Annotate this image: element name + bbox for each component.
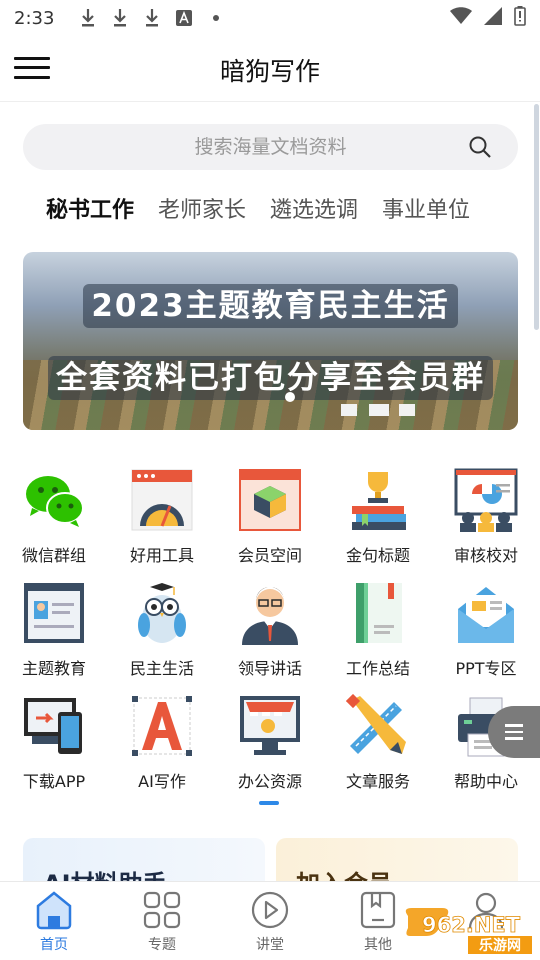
banner-headline: 2023主题教育民主生活	[23, 280, 518, 328]
dot-icon	[206, 8, 226, 28]
grid-item-label: 会员空间	[237, 546, 302, 565]
menu-line	[505, 730, 523, 734]
banner-house	[369, 404, 389, 416]
banner-subheadline: 全套资料已打包分享至会员群	[23, 352, 518, 400]
grid-item-office-resources[interactable]: 办公资源	[216, 690, 324, 803]
site-watermark: 962.NET 乐游网	[402, 906, 534, 956]
menu-line	[505, 737, 523, 740]
id-card-icon	[22, 581, 86, 645]
nav-label: 专题	[148, 937, 176, 953]
grid-item-theme-education[interactable]: 主题教育	[0, 577, 108, 690]
nav-label: 首页	[40, 937, 68, 953]
floating-menu-button[interactable]	[488, 706, 540, 758]
grid-item-label: 审核校对	[453, 546, 518, 565]
nav-item-home[interactable]: 首页	[0, 882, 108, 960]
tab-public-institution[interactable]: 事业单位	[382, 192, 470, 224]
grid-page-indicator	[259, 801, 279, 805]
grid-item-label: 主题教育	[21, 659, 86, 678]
grid-item-ppt-zone[interactable]: PPT专区	[432, 577, 540, 690]
status-time: 2:33	[14, 7, 55, 29]
menu-line	[505, 724, 523, 727]
category-tabs: 秘书工作 老师家长 遴选选调 事业单位	[46, 192, 470, 224]
promo-banner[interactable]: 2023主题教育民主生活 全套资料已打包分享至会员群	[23, 252, 518, 430]
download-icon	[142, 8, 162, 28]
gauge-icon	[130, 468, 194, 532]
wechat-icon	[22, 468, 86, 532]
grid-item-wechat-groups[interactable]: 微信群组	[0, 464, 108, 577]
bookmark-icon	[358, 890, 398, 930]
page-title: 暗狗写作	[219, 57, 320, 86]
leader-icon	[238, 581, 302, 645]
grid-item-label: 办公资源	[237, 772, 302, 791]
cube-icon	[238, 468, 302, 532]
play-icon	[250, 890, 290, 930]
battery-icon	[514, 6, 526, 30]
grid-item-label: 微信群组	[21, 546, 86, 565]
letter-a-icon	[130, 694, 194, 758]
banner-page-dot[interactable]	[285, 392, 295, 402]
grid-item-leader-speech[interactable]: 领导讲话	[216, 577, 324, 690]
tab-selection-transfer[interactable]: 遴选选调	[270, 192, 358, 224]
watermark-subtext: 乐游网	[479, 937, 521, 954]
envelope-icon	[454, 581, 518, 645]
nav-item-topics[interactable]: 专题	[108, 882, 216, 960]
nav-label: 其他	[364, 937, 392, 953]
grid-item-article-service[interactable]: 文章服务	[324, 690, 432, 803]
banner-house	[341, 404, 357, 416]
grid-item-ai-writing[interactable]: AI写作	[108, 690, 216, 803]
grid-item-label: 领导讲话	[237, 659, 302, 678]
grid-item-download-app[interactable]: 下载APP	[0, 690, 108, 803]
grid-icon	[142, 890, 182, 930]
grid-item-label: 下载APP	[22, 772, 86, 791]
nav-label: 讲堂	[256, 937, 284, 953]
grid-item-label: AI写作	[138, 772, 186, 791]
grid-item-label: 帮助中心	[453, 772, 518, 791]
notebook-icon	[346, 581, 410, 645]
grid-item-label: 文章服务	[345, 772, 410, 791]
pencil-ruler-icon	[345, 693, 410, 758]
search-input[interactable]	[140, 136, 401, 158]
tab-secretary-work[interactable]: 秘书工作	[46, 192, 134, 224]
grid-item-member-space[interactable]: 会员空间	[216, 464, 324, 577]
grid-item-tools[interactable]: 好用工具	[108, 464, 216, 577]
wifi-icon	[450, 7, 472, 29]
nav-item-lecture[interactable]: 讲堂	[216, 882, 324, 960]
download-icon	[78, 8, 98, 28]
home-icon	[34, 890, 74, 930]
grid-item-label: 金句标题	[345, 546, 410, 565]
grid-item-label: PPT专区	[455, 659, 517, 678]
monitor-shop-icon	[238, 694, 302, 758]
devices-icon	[22, 694, 86, 758]
grid-item-golden-quotes[interactable]: 金句标题	[324, 464, 432, 577]
search-bar[interactable]	[23, 124, 518, 170]
signal-icon	[484, 7, 502, 29]
tab-teacher-parent[interactable]: 老师家长	[158, 192, 246, 224]
grid-item-label: 工作总结	[345, 659, 410, 678]
grid-item-label: 民主生活	[129, 659, 194, 678]
grid-item-work-summary[interactable]: 工作总结	[324, 577, 432, 690]
download-icon	[110, 8, 130, 28]
owl-icon	[130, 581, 194, 645]
scrollbar[interactable]	[534, 104, 539, 330]
app-header: 暗狗写作	[0, 36, 540, 102]
presentation-icon	[454, 468, 518, 532]
font-icon	[174, 8, 194, 28]
grid-item-democratic-life[interactable]: 民主生活	[108, 577, 216, 690]
search-icon[interactable]	[468, 135, 492, 159]
trophy-icon	[346, 468, 410, 532]
watermark-text: 962.NET	[422, 913, 521, 937]
grid-item-label: 好用工具	[129, 546, 194, 565]
banner-house	[399, 404, 415, 416]
feature-grid: 微信群组 好用工具 会员空间 金句标题 审核校对 主题教育 民主生活 领导讲话 …	[0, 464, 540, 803]
grid-item-review-proofread[interactable]: 审核校对	[432, 464, 540, 577]
status-bar: 2:33	[0, 0, 540, 36]
